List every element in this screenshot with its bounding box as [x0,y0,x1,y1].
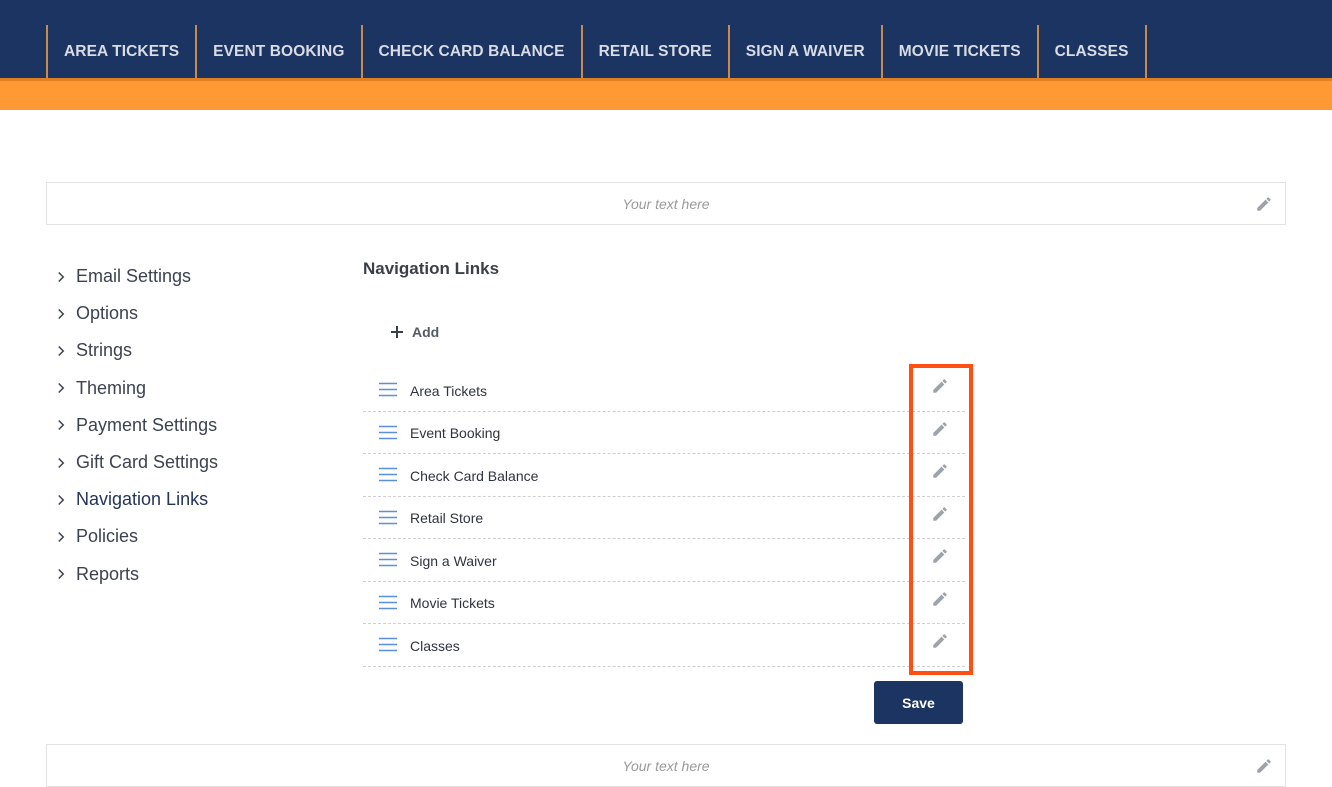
list-item: Sign a Waiver [363,539,965,582]
chevron-right-icon [58,383,65,394]
sidebar-item-strings[interactable]: Strings [52,332,312,369]
drag-handle-icon[interactable] [379,552,397,567]
chevron-right-icon [58,531,65,542]
top-text-banner: Your text here [46,182,1286,225]
pencil-icon[interactable] [1255,757,1273,775]
settings-sidebar: Email Settings Options Strings Theming P… [52,258,312,593]
chevron-right-icon [58,457,65,468]
sidebar-item-label: Theming [76,377,147,398]
list-item: Check Card Balance [363,454,965,497]
bottom-banner-text[interactable]: Your text here [47,745,1285,786]
chevron-right-icon [58,345,65,356]
link-label: Retail Store [410,510,484,527]
sidebar-item-label: Policies [76,526,139,547]
nav-classes[interactable]: CLASSES [1039,25,1147,78]
edit-icons-highlight [909,364,973,675]
drag-handle-icon[interactable] [379,510,397,525]
plus-icon [391,326,403,338]
sidebar-item-reports[interactable]: Reports [52,556,312,593]
top-navigation-bar: AREA TICKETS EVENT BOOKING CHECK CARD BA… [0,0,1332,78]
navigation-links-list: Area Tickets Event Booking Check Card Ba… [363,369,965,667]
link-label: Check Card Balance [410,467,539,484]
sidebar-item-label: Reports [76,563,140,584]
section-title: Navigation Links [363,259,500,278]
pencil-icon[interactable] [1255,195,1273,213]
sidebar-item-gift-card-settings[interactable]: Gift Card Settings [52,444,312,481]
sidebar-item-email-settings[interactable]: Email Settings [52,258,312,295]
sidebar-item-label: Options [76,303,139,324]
chevron-right-icon [58,271,65,282]
sidebar-item-label: Payment Settings [76,414,218,435]
chevron-right-icon [58,569,65,580]
drag-handle-icon[interactable] [379,467,397,482]
top-banner-text[interactable]: Your text here [47,183,1285,224]
chevron-right-icon [58,420,65,431]
sidebar-item-label: Email Settings [76,266,192,287]
nav-event-booking[interactable]: EVENT BOOKING [197,25,363,78]
list-item: Classes [363,624,965,667]
sidebar-item-payment-settings[interactable]: Payment Settings [52,407,312,444]
chevron-right-icon [58,494,65,505]
nav-area-tickets[interactable]: AREA TICKETS [48,25,198,78]
sidebar-item-navigation-links[interactable]: Navigation Links [52,481,312,518]
nav-retail-store[interactable]: RETAIL STORE [583,25,730,78]
nav-movie-tickets[interactable]: MOVIE TICKETS [883,25,1039,78]
link-label: Movie Tickets [410,595,495,612]
sidebar-item-label: Strings [76,340,133,361]
sidebar-item-theming[interactable]: Theming [52,370,312,407]
link-label: Classes [410,637,460,654]
sidebar-item-options[interactable]: Options [52,295,312,332]
orange-accent-strip [0,78,1332,110]
list-item: Area Tickets [363,369,965,412]
list-item: Event Booking [363,412,965,454]
nav-sign-a-waiver[interactable]: SIGN A WAIVER [730,25,883,78]
save-button[interactable]: Save [874,681,963,724]
sidebar-item-policies[interactable]: Policies [52,518,312,555]
chevron-right-icon [58,308,65,319]
add-link-button[interactable]: Add [390,320,439,344]
add-link-label: Add [412,324,440,340]
drag-handle-icon[interactable] [379,595,397,610]
top-nav-menu: AREA TICKETS EVENT BOOKING CHECK CARD BA… [46,25,1147,78]
bottom-text-banner: Your text here [46,744,1286,787]
list-item: Movie Tickets [363,582,965,624]
list-item: Retail Store [363,497,965,539]
drag-handle-icon[interactable] [379,425,397,440]
link-label: Sign a Waiver [410,552,497,569]
sidebar-item-label: Navigation Links [76,489,209,510]
link-label: Event Booking [410,425,501,442]
drag-handle-icon[interactable] [379,637,397,652]
sidebar-item-label: Gift Card Settings [76,452,219,473]
drag-handle-icon[interactable] [379,382,397,397]
nav-check-card-balance[interactable]: CHECK CARD BALANCE [363,25,583,78]
link-label: Area Tickets [410,382,488,399]
